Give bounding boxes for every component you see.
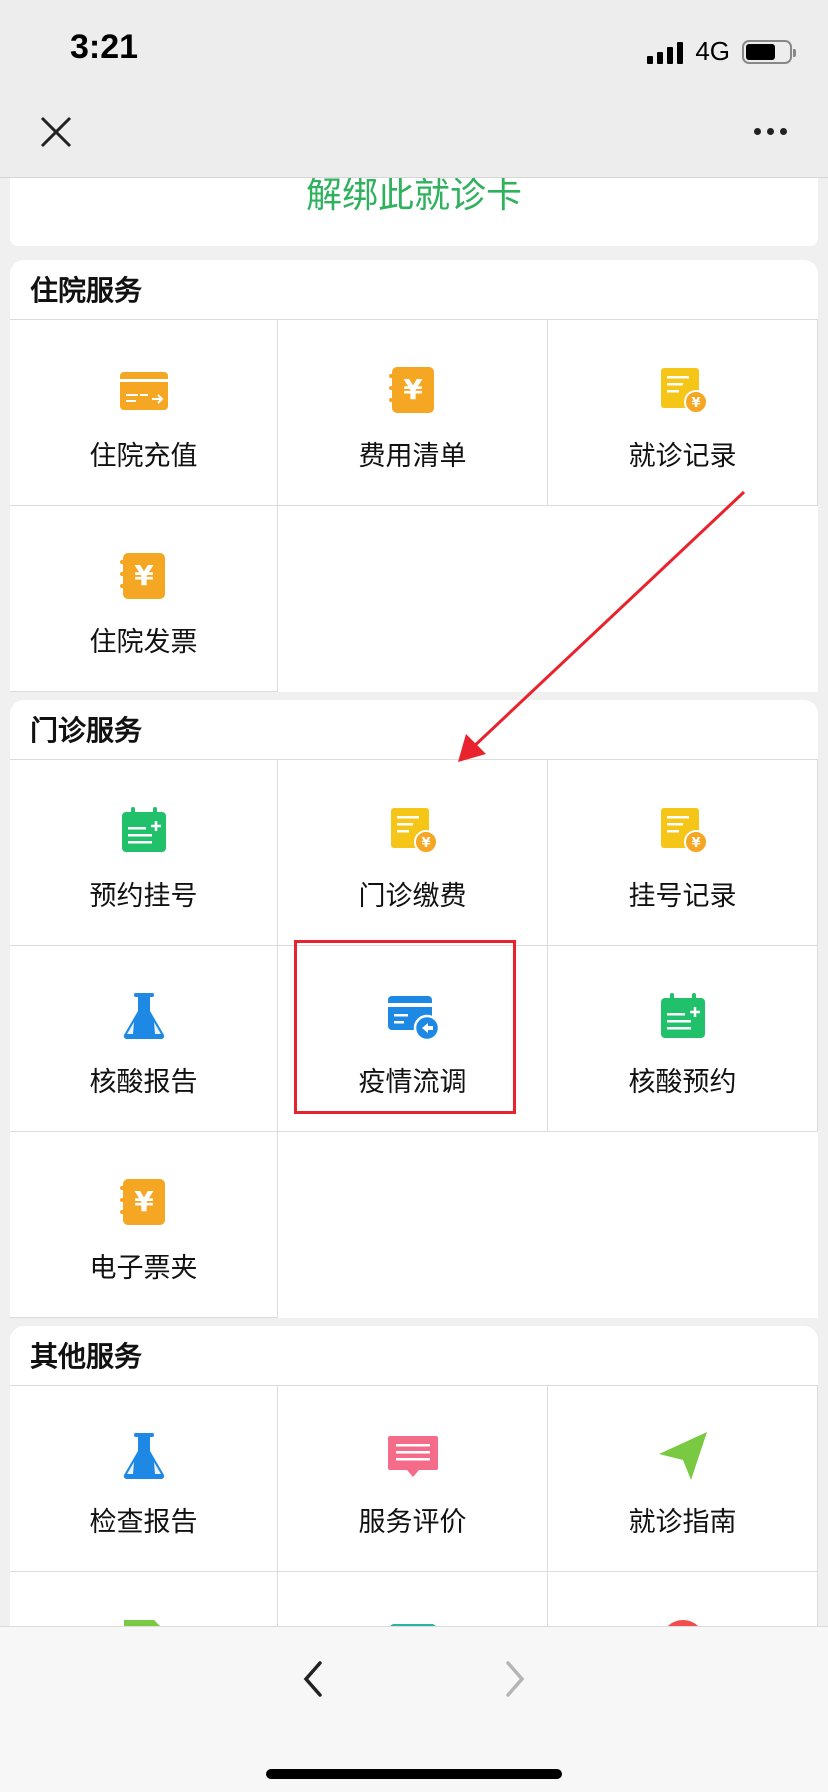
service-appointment[interactable]: 预约挂号 [10,760,278,946]
section-other: 其他服务 检查报告 服务评价 就诊指南 [10,1326,818,1626]
section-outpatient: 门诊服务 预约挂号 ¥ 门诊缴费 ¥ 挂号记录 核酸报告 疫情流调 核酸预约 ¥… [10,700,818,1318]
calendar-add-icon [121,807,166,852]
yuan-doc-icon: ¥ [119,1179,165,1225]
service-label: 就诊记录 [628,441,737,472]
close-button[interactable] [36,112,76,152]
svg-text:¥: ¥ [691,836,700,851]
section-inpatient: 住院服务 住院充值 ¥ 费用清单 ¥ 就诊记录 ¥ 住院发票 [10,260,818,692]
chevron-left-icon [303,1661,322,1697]
svg-text:¥: ¥ [421,836,430,851]
section-title: 其他服务 [10,1326,818,1386]
forward-button[interactable] [500,1657,530,1701]
flask-icon [123,1433,164,1480]
bill-coin-icon: ¥ [660,368,708,414]
signal-icon [647,40,684,64]
service-evaluation[interactable]: 服务评价 [278,1386,548,1572]
more-dot-icon [754,128,761,135]
svg-text:¥: ¥ [134,1185,154,1218]
svg-text:¥: ¥ [403,373,423,406]
nav-bar [0,98,828,178]
card-return-icon [387,996,439,1042]
service-outpatient-payment[interactable]: ¥ 门诊缴费 [278,760,548,946]
service-registration-records[interactable]: ¥ 挂号记录 [548,760,818,946]
comment-icon [387,1436,438,1477]
more-dot-icon [780,128,787,135]
battery-icon [742,39,796,64]
service-visit-guide[interactable]: 就诊指南 [548,1386,818,1572]
chevron-right-icon [506,1661,525,1697]
service-exam-report[interactable]: 检查报告 [10,1386,278,1572]
service-label: 核酸预约 [628,1067,737,1098]
service-more-1[interactable] [10,1572,278,1626]
status-indicators: 4G [647,36,796,67]
service-label: 费用清单 [358,441,467,472]
more-dot-icon [767,128,774,135]
content-area: 解绑此就诊卡 住院服务 住院充值 ¥ 费用清单 ¥ 就诊记录 ¥ 住院发票 门诊… [0,178,828,1626]
unbind-card[interactable]: 解绑此就诊卡 [10,178,818,246]
ticket-icon [390,1624,435,1626]
service-label: 检查报告 [89,1507,198,1538]
service-nucleic-appointment[interactable]: 核酸预约 [548,946,818,1132]
service-label: 门诊缴费 [358,881,467,912]
service-more-3[interactable] [548,1572,818,1626]
service-label: 住院发票 [89,627,198,658]
section-title: 门诊服务 [10,700,818,760]
empty-cell [278,506,818,692]
document-icon [123,1620,160,1626]
bill-coin-icon: ¥ [660,808,708,854]
more-button[interactable] [754,128,794,140]
card-icon [119,372,168,410]
empty-cell [278,1132,818,1318]
navigation-arrow-icon [658,1432,707,1480]
flask-icon [123,993,164,1040]
yuan-doc-icon: ¥ [388,367,434,413]
status-bar: 3:21 4G [0,0,828,98]
location-icon [667,1620,698,1626]
service-label: 服务评价 [358,1507,467,1538]
service-nucleic-report[interactable]: 核酸报告 [10,946,278,1132]
service-inpatient-recharge[interactable]: 住院充值 [10,320,278,506]
service-label: 挂号记录 [628,881,737,912]
bottom-toolbar [0,1626,828,1792]
back-button[interactable] [298,1657,328,1701]
home-indicator[interactable] [266,1769,562,1779]
unbind-card-label: 解绑此就诊卡 [305,178,522,216]
service-e-invoice-folder[interactable]: ¥ 电子票夹 [10,1132,278,1318]
close-icon [40,116,72,148]
service-visit-records[interactable]: ¥ 就诊记录 [548,320,818,506]
service-more-2[interactable] [278,1572,548,1626]
service-label: 就诊指南 [628,1507,737,1538]
svg-text:¥: ¥ [134,559,154,592]
bill-coin-icon: ¥ [390,808,438,854]
service-label: 预约挂号 [89,881,198,912]
yuan-doc-icon: ¥ [119,553,165,599]
service-label: 核酸报告 [89,1067,198,1098]
service-epidemic-survey[interactable]: 疫情流调 [278,946,548,1132]
service-label: 住院充值 [89,441,198,472]
svg-text:¥: ¥ [691,396,700,411]
service-label: 疫情流调 [358,1067,467,1098]
service-fee-list[interactable]: ¥ 费用清单 [278,320,548,506]
network-type: 4G [695,36,730,66]
section-title: 住院服务 [10,260,818,320]
status-time: 3:21 [70,28,139,66]
service-inpatient-invoice[interactable]: ¥ 住院发票 [10,506,278,692]
calendar-add-icon [660,993,705,1038]
service-label: 电子票夹 [89,1253,198,1284]
